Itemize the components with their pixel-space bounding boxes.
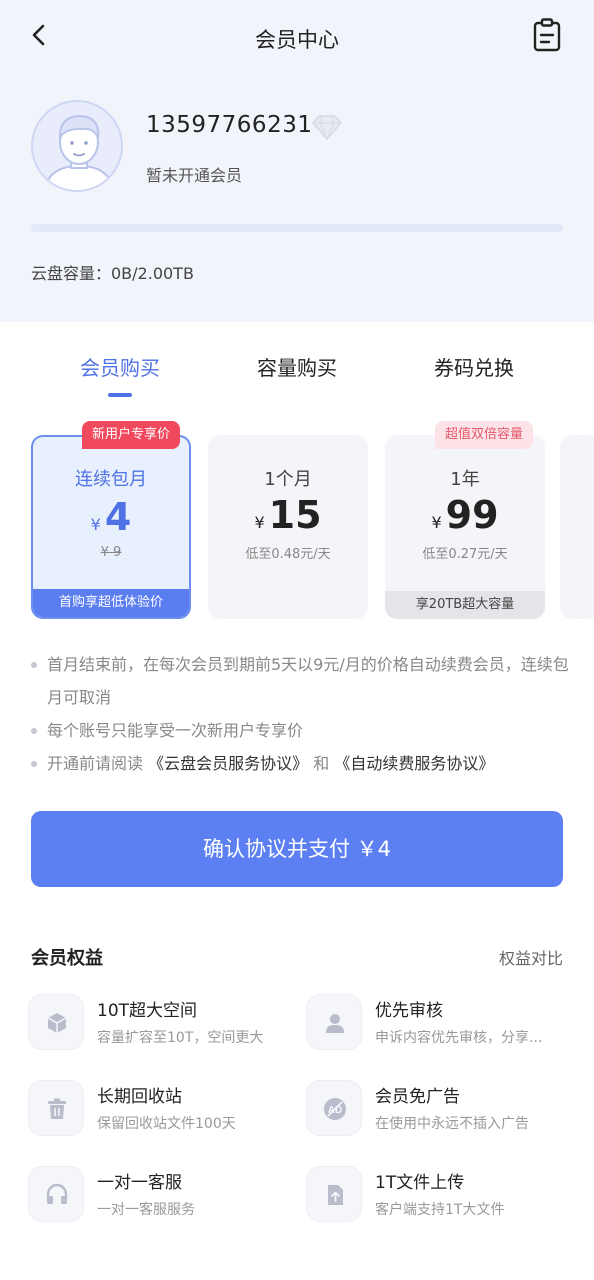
avatar[interactable] xyxy=(31,100,123,192)
plan-footer: 首购享超低体验价 xyxy=(33,589,189,617)
plan-name: 1年 xyxy=(450,469,480,490)
service-agreement-link[interactable]: 《云盘会员服务协议》 xyxy=(148,754,308,773)
upload-file-icon xyxy=(306,1166,362,1222)
tab-coupon-redeem[interactable]: 券码兑换 xyxy=(394,352,554,381)
user-phone: 13597766231 xyxy=(146,112,313,138)
benefit-item-1t-upload[interactable]: 1T文件上传 客户端支持1T大文件 xyxy=(306,1166,576,1226)
plan-price: ¥99 xyxy=(385,493,545,537)
price-value: 15 xyxy=(268,493,322,537)
plan-price: ¥4 xyxy=(33,495,189,539)
benefits-title: 会员权益 xyxy=(31,948,103,969)
benefits-compare-link[interactable]: 权益对比 xyxy=(499,945,563,969)
new-user-badge: 新用户专享价 xyxy=(82,421,181,449)
price-value: 4 xyxy=(104,495,132,539)
plan-card-next[interactable] xyxy=(560,435,594,619)
vip-diamond-icon xyxy=(312,114,342,141)
vip-status: 暂未开通会员 xyxy=(146,166,243,185)
benefit-name: 10T超大空间 xyxy=(97,1001,198,1021)
benefit-desc: 申诉内容优先审核，分享... xyxy=(375,1030,543,1046)
tab-member-purchase[interactable]: 会员购买 xyxy=(40,352,200,381)
notes-list: 首月结束前，在每次会员到期前5天以9元/月的价格自动续费会员，连续包月可取消 每… xyxy=(31,648,571,780)
benefit-item-recycle-bin[interactable]: 长期回收站 保留回收站文件100天 xyxy=(28,1080,298,1140)
orders-button[interactable] xyxy=(532,18,562,52)
double-capacity-badge: 超值双倍容量 xyxy=(435,421,534,449)
plan-card-monthly-auto[interactable]: 连续包月 ¥4 ¥ 9 首购享超低体验价 xyxy=(31,435,191,619)
note-and: 和 xyxy=(313,754,330,773)
capacity-text: 云盘容量：0B/2.00TB xyxy=(31,264,194,283)
plan-daily-price: 低至0.27元/天 xyxy=(422,547,508,562)
note-agreements-prefix: 开通前请阅读 xyxy=(47,754,144,773)
benefit-desc: 容量扩容至10T，空间更大 xyxy=(97,1030,264,1046)
note-auto-renew: 首月结束前，在每次会员到期前5天以9元/月的价格自动续费会员，连续包月可取消 xyxy=(31,648,571,714)
confirm-pay-button[interactable]: 确认协议并支付 ￥4 xyxy=(31,811,563,887)
trash-icon xyxy=(28,1080,84,1136)
tab-indicator xyxy=(108,393,132,397)
clipboard-icon xyxy=(533,18,561,52)
benefit-item-10t-space[interactable]: 10T超大空间 容量扩容至10T，空间更大 xyxy=(28,994,298,1054)
plan-card-1-month[interactable]: 1个月 ¥15 低至0.48元/天 xyxy=(208,435,368,619)
benefit-name: 长期回收站 xyxy=(97,1087,182,1107)
currency-symbol: ¥ xyxy=(90,515,101,534)
purchase-tabs: 会员购买 容量购买 券码兑换 xyxy=(0,352,594,402)
no-ad-icon: AD xyxy=(306,1080,362,1136)
benefit-desc: 保留回收站文件100天 xyxy=(97,1116,236,1132)
plan-card-1-year[interactable]: 1年 ¥99 低至0.27元/天 享20TB超大容量 xyxy=(385,435,545,619)
navbar: 会员中心 xyxy=(0,0,594,72)
headset-icon xyxy=(28,1166,84,1222)
box-icon xyxy=(28,994,84,1050)
currency-symbol: ¥ xyxy=(254,513,265,532)
plan-footer: 享20TB超大容量 xyxy=(385,591,545,619)
plan-daily-price: 低至0.48元/天 xyxy=(245,547,331,562)
capacity-progress-bar xyxy=(31,224,563,232)
tab-capacity-purchase[interactable]: 容量购买 xyxy=(217,352,377,381)
page-title: 会员中心 xyxy=(255,28,339,52)
user-avatar-icon xyxy=(43,114,115,190)
person-icon xyxy=(306,994,362,1050)
benefit-item-customer-service[interactable]: 一对一客服 一对一客服服务 xyxy=(28,1166,298,1226)
plan-name: 连续包月 xyxy=(75,469,147,490)
benefit-item-priority-review[interactable]: 优先审核 申诉内容优先审核，分享... xyxy=(306,994,576,1054)
original-price: ¥ 9 xyxy=(100,545,122,560)
benefit-desc: 在使用中永远不插入广告 xyxy=(375,1116,529,1132)
benefit-item-no-ads[interactable]: AD 会员免广告 在使用中永远不插入广告 xyxy=(306,1080,576,1140)
note-once-per-account: 每个账号只能享受一次新用户专享价 xyxy=(31,714,571,747)
benefit-desc: 客户端支持1T大文件 xyxy=(375,1202,505,1218)
price-value: 99 xyxy=(445,493,499,537)
plan-name: 1个月 xyxy=(264,469,312,490)
benefit-name: 1T文件上传 xyxy=(375,1173,465,1193)
benefit-name: 优先审核 xyxy=(375,1001,443,1021)
currency-symbol: ¥ xyxy=(431,513,442,532)
benefit-name: 会员免广告 xyxy=(375,1087,460,1107)
note-agreements: 开通前请阅读 《云盘会员服务协议》 和 《自动续费服务协议》 xyxy=(31,747,571,780)
benefit-desc: 一对一客服服务 xyxy=(97,1202,195,1218)
benefit-name: 一对一客服 xyxy=(97,1173,182,1193)
plan-price: ¥15 xyxy=(208,493,368,537)
auto-renew-agreement-link[interactable]: 《自动续费服务协议》 xyxy=(334,754,494,773)
